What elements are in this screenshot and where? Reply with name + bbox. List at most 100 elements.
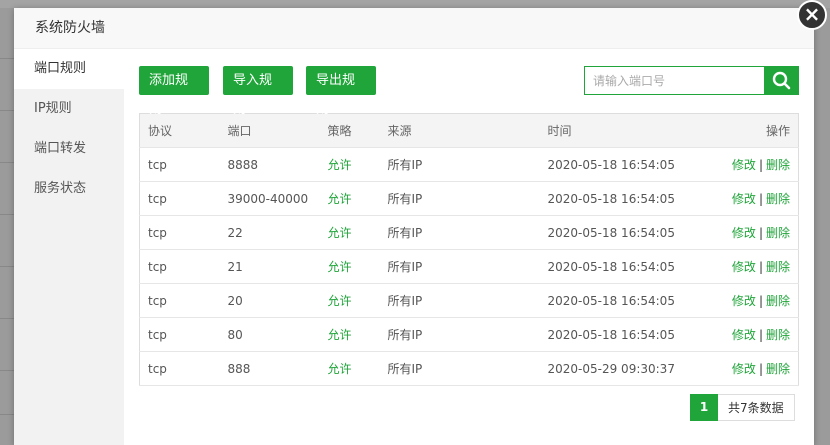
action-separator: | (758, 294, 763, 308)
cell-time: 2020-05-18 16:54:05 (539, 147, 710, 182)
cell-actions: 修改 | 删除 (709, 181, 799, 216)
close-icon: × (803, 2, 821, 26)
cell-port: 80 (219, 317, 320, 352)
modal-header: 系统防火墙 (14, 8, 814, 49)
delete-link[interactable]: 删除 (766, 362, 790, 376)
cell-protocol: tcp (139, 351, 220, 386)
action-separator: | (758, 192, 763, 206)
background-divider (0, 266, 14, 267)
search-box (584, 66, 799, 95)
sidebar-item-port-forward[interactable]: 端口转发 (14, 129, 124, 169)
sidebar-item-label: 端口转发 (34, 141, 87, 156)
delete-link[interactable]: 删除 (766, 158, 790, 172)
cell-port: 8888 (219, 147, 320, 182)
edit-link[interactable]: 修改 (732, 260, 756, 274)
cell-time: 2020-05-18 16:54:05 (539, 215, 710, 250)
cell-port: 21 (219, 249, 320, 284)
delete-link[interactable]: 删除 (766, 260, 790, 274)
cell-source: 所有IP (379, 215, 540, 250)
action-separator: | (758, 158, 763, 172)
page-number-button[interactable]: 1 (690, 394, 718, 421)
sidebar-item-label: 服务状态 (34, 181, 87, 196)
column-header-source: 来源 (379, 113, 540, 148)
search-button[interactable] (764, 66, 799, 95)
background-divider (0, 318, 14, 319)
background-divider (0, 162, 14, 163)
sidebar-item-ip-rules[interactable]: IP规则 (14, 89, 124, 129)
edit-link[interactable]: 修改 (732, 226, 756, 240)
edit-link[interactable]: 修改 (732, 362, 756, 376)
table-row: tcp 39000-40000 允许 所有IP 2020-05-18 16:54… (139, 181, 799, 216)
cell-protocol: tcp (139, 249, 220, 284)
cell-protocol: tcp (139, 181, 220, 216)
table-row: tcp 20 允许 所有IP 2020-05-18 16:54:05 修改 | 删除 (139, 283, 799, 318)
delete-link[interactable]: 删除 (766, 192, 790, 206)
edit-link[interactable]: 修改 (732, 294, 756, 308)
firewall-modal: 系统防火墙 端口规则 IP规则 端口转发 服务状态 添加规则 导入规则 导出规则 (14, 8, 814, 445)
cell-policy: 允许 (319, 249, 380, 284)
cell-actions: 修改 | 删除 (709, 215, 799, 250)
cell-source: 所有IP (379, 283, 540, 318)
close-button[interactable]: × (797, 0, 827, 30)
table-row: tcp 22 允许 所有IP 2020-05-18 16:54:05 修改 | 删除 (139, 215, 799, 250)
cell-time: 2020-05-18 16:54:05 (539, 181, 710, 216)
cell-source: 所有IP (379, 147, 540, 182)
search-icon (772, 71, 791, 90)
cell-policy: 允许 (319, 283, 380, 318)
sidebar-item-label: IP规则 (34, 101, 72, 116)
cell-actions: 修改 | 删除 (709, 317, 799, 352)
delete-link[interactable]: 删除 (766, 328, 790, 342)
search-input[interactable] (584, 66, 765, 95)
action-separator: | (758, 328, 763, 342)
cell-actions: 修改 | 删除 (709, 351, 799, 386)
main-content: 添加规则 导入规则 导出规则 协议 端口 策略 来源 (139, 49, 799, 421)
delete-link[interactable]: 删除 (766, 226, 790, 240)
add-rule-button[interactable]: 添加规则 (139, 66, 209, 117)
background-strip (0, 0, 830, 8)
edit-link[interactable]: 修改 (732, 192, 756, 206)
cell-protocol: tcp (139, 147, 220, 182)
pagination: 1 共7条数据 (690, 394, 795, 421)
column-header-time: 时间 (539, 113, 710, 148)
cell-port: 22 (219, 215, 320, 250)
rules-table: 协议 端口 策略 来源 时间 操作 tcp 8888 允许 所有IP 2020-… (139, 113, 799, 386)
edit-link[interactable]: 修改 (732, 328, 756, 342)
background-divider (0, 110, 14, 111)
table-row: tcp 21 允许 所有IP 2020-05-18 16:54:05 修改 | 删除 (139, 249, 799, 284)
cell-source: 所有IP (379, 249, 540, 284)
table-row: tcp 80 允许 所有IP 2020-05-18 16:54:05 修改 | 删除 (139, 317, 799, 352)
cell-source: 所有IP (379, 317, 540, 352)
sidebar-item-port-rules[interactable]: 端口规则 (14, 49, 124, 89)
cell-time: 2020-05-18 16:54:05 (539, 249, 710, 284)
sidebar: 端口规则 IP规则 端口转发 服务状态 (14, 49, 124, 445)
delete-link[interactable]: 删除 (766, 294, 790, 308)
background-divider (0, 214, 14, 215)
action-separator: | (758, 226, 763, 240)
sidebar-item-label: 端口规则 (34, 61, 87, 76)
cell-source: 所有IP (379, 181, 540, 216)
cell-policy: 允许 (319, 181, 380, 216)
cell-source: 所有IP (379, 351, 540, 386)
cell-protocol: tcp (139, 215, 220, 250)
background-divider (0, 58, 14, 59)
cell-protocol: tcp (139, 317, 220, 352)
cell-actions: 修改 | 删除 (709, 249, 799, 284)
total-count-text: 共7条数据 (718, 394, 795, 421)
cell-time: 2020-05-18 16:54:05 (539, 283, 710, 318)
edit-link[interactable]: 修改 (732, 158, 756, 172)
cell-policy: 允许 (319, 147, 380, 182)
import-rules-button[interactable]: 导入规则 (223, 66, 293, 117)
export-rules-button[interactable]: 导出规则 (306, 66, 376, 117)
sidebar-item-service-status[interactable]: 服务状态 (14, 169, 124, 209)
cell-protocol: tcp (139, 283, 220, 318)
action-separator: | (758, 260, 763, 274)
background-divider (0, 414, 14, 415)
table-row: tcp 8888 允许 所有IP 2020-05-18 16:54:05 修改 |… (139, 147, 799, 182)
cell-policy: 允许 (319, 215, 380, 250)
cell-port: 888 (219, 351, 320, 386)
cell-policy: 允许 (319, 317, 380, 352)
cell-port: 39000-40000 (219, 181, 320, 216)
cell-time: 2020-05-29 09:30:37 (539, 351, 710, 386)
column-header-actions: 操作 (709, 113, 799, 148)
modal-title: 系统防火墙 (35, 20, 105, 36)
